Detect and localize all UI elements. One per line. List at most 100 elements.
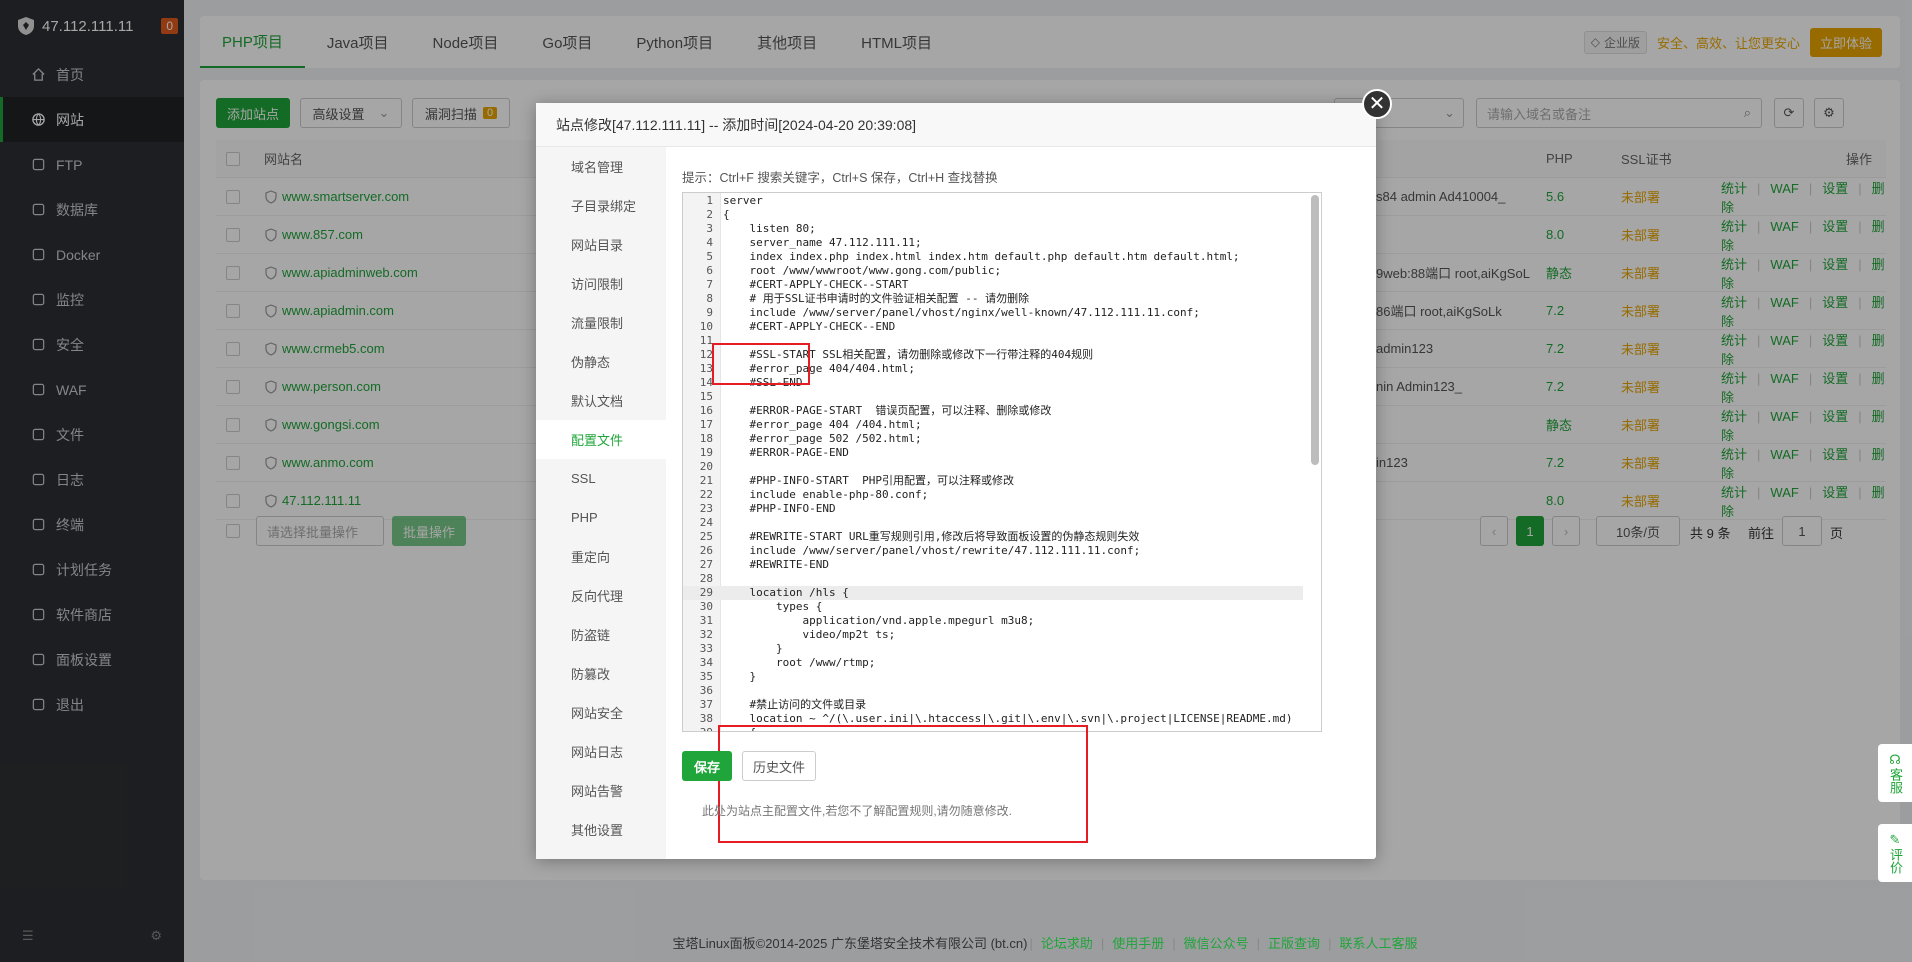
footer-link-3[interactable]: 正版查询 xyxy=(1268,936,1320,951)
dialog-nav-item-0[interactable]: 域名管理 xyxy=(536,147,666,186)
code-text: include /www/server/panel/vhost/rewrite/… xyxy=(723,544,1141,557)
editor-tip: 提示：Ctrl+F 搜索关键字，Ctrl+S 保存，Ctrl+H 查找替换 xyxy=(682,171,998,185)
dialog-nav-item-3[interactable]: 访问限制 xyxy=(536,264,666,303)
line-number: 20 xyxy=(699,460,713,473)
site-edit-dialog: 站点修改[47.112.111.11] -- 添加时间[2024-04-20 2… xyxy=(536,103,1376,859)
dialog-nav-item-4[interactable]: 流量限制 xyxy=(536,303,666,342)
code-text: #CERT-APPLY-CHECK--START xyxy=(723,278,909,291)
code-text: server xyxy=(723,194,763,207)
dialog-nav-item-15[interactable]: 网站日志 xyxy=(536,732,666,771)
footer-separator: | xyxy=(1328,935,1332,951)
code-line: 15 xyxy=(683,390,1303,404)
line-number: 8 xyxy=(706,292,713,305)
line-number: 35 xyxy=(699,670,713,683)
history-file-button[interactable]: 历史文件 xyxy=(742,751,816,781)
footer-link-1[interactable]: 使用手册 xyxy=(1112,936,1164,951)
code-text: location ~ ^/(\.user.ini|\.htaccess|\.gi… xyxy=(723,712,1293,725)
line-number: 15 xyxy=(699,390,713,403)
line-number: 39 xyxy=(683,726,717,731)
code-line: 26 include /www/server/panel/vhost/rewri… xyxy=(683,544,1303,558)
line-number: 32 xyxy=(699,628,713,641)
dialog-nav-item-14[interactable]: 网站安全 xyxy=(536,693,666,732)
code-line: 36 xyxy=(683,684,1303,698)
code-text: root /www/wwwroot/www.gong.com/public; xyxy=(723,264,1002,277)
code-text: location /hls { xyxy=(723,586,849,599)
code-text: index index.php index.html index.htm def… xyxy=(723,250,1240,263)
code-line: 34 root /www/rtmp; xyxy=(683,656,1303,670)
code-line: 8 # 用于SSL证书申请时的文件验证相关配置 -- 请勿删除 xyxy=(683,292,1303,306)
line-number: 27 xyxy=(699,558,713,571)
code-text: listen 80; xyxy=(723,222,816,235)
footer-separator: | xyxy=(1256,935,1261,951)
customer-service-button[interactable]: ☊ 客服 xyxy=(1878,744,1912,802)
dialog-nav-item-8[interactable]: SSL xyxy=(536,459,666,498)
line-number: 18 xyxy=(699,432,713,445)
code-text: } xyxy=(723,642,783,655)
code-line: 20 xyxy=(683,460,1303,474)
headset-icon: ☊ xyxy=(1889,752,1901,767)
code-text: { xyxy=(723,208,730,221)
dialog-nav-item-9[interactable]: PHP xyxy=(536,498,666,537)
line-number: 30 xyxy=(699,600,713,613)
dialog-nav-item-2[interactable]: 网站目录 xyxy=(536,225,666,264)
dialog-nav-item-5[interactable]: 伪静态 xyxy=(536,342,666,381)
line-number: 29 xyxy=(699,586,713,599)
code-line: 29 location /hls { xyxy=(683,586,1303,600)
code-text: types { xyxy=(723,600,823,613)
dialog-nav-item-12[interactable]: 防盗链 xyxy=(536,615,666,654)
dialog-nav-item-11[interactable]: 反向代理 xyxy=(536,576,666,615)
line-number: 6 xyxy=(706,264,713,277)
line-number: 38 xyxy=(699,712,713,725)
line-number: 22 xyxy=(699,488,713,501)
line-number: 5 xyxy=(706,250,713,263)
code-line: 25 #REWRITE-START URL重写规则引用,修改后将导致面板设置的伪… xyxy=(683,530,1303,544)
code-line: 31 application/vnd.apple.mpegurl m3u8; xyxy=(683,614,1303,628)
highlight-box-location xyxy=(718,725,1088,843)
code-line: 38 location ~ ^/(\.user.ini|\.htaccess|\… xyxy=(683,712,1303,726)
dialog-title: 站点修改[47.112.111.11] -- 添加时间[2024-04-20 2… xyxy=(536,103,1376,147)
code-line: 18 #error_page 502 /502.html; xyxy=(683,432,1303,446)
code-editor[interactable]: 1 server 2{3 listen 80; 4 server_name 47.11… xyxy=(682,192,1322,732)
code-text: #PHP-INFO-END xyxy=(723,502,836,515)
line-number: 4 xyxy=(706,236,713,249)
code-text: } xyxy=(723,670,757,683)
footer-link-2[interactable]: 微信公众号 xyxy=(1184,936,1249,951)
close-dialog-button[interactable]: ✕ xyxy=(1362,89,1392,119)
code-line: 10 #CERT-APPLY-CHECK--END xyxy=(683,320,1303,334)
review-button[interactable]: ✎ 评价 xyxy=(1878,824,1912,882)
code-text: #REWRITE-START URL重写规则引用,修改后将导致面板设置的伪静态规… xyxy=(723,530,1140,543)
code-line: 16 #ERROR-PAGE-START 错误页配置，可以注释、删除或修改 xyxy=(683,404,1303,418)
code-line: 7 #CERT-APPLY-CHECK--START xyxy=(683,278,1303,292)
footer-link-0[interactable]: 论坛求助 xyxy=(1041,936,1093,951)
footer: 宝塔Linux面板©2014-2025 广东堡塔安全技术有限公司 (bt.cn)… xyxy=(184,922,1912,962)
code-line: 30 types { xyxy=(683,600,1303,614)
code-text: #PHP-INFO-START PHP引用配置，可以注释或修改 xyxy=(723,474,1014,487)
code-line: 9 include /www/server/panel/vhost/nginx/… xyxy=(683,306,1303,320)
code-line: 2{ xyxy=(683,208,1303,222)
dialog-nav-item-6[interactable]: 默认文档 xyxy=(536,381,666,420)
dialog-nav-item-17[interactable]: 其他设置 xyxy=(536,810,666,849)
code-line: 32 video/mp2t ts; xyxy=(683,628,1303,642)
line-number: 10 xyxy=(699,320,713,333)
code-text: #ERROR-PAGE-END xyxy=(723,446,849,459)
code-text: server_name 47.112.111.11; xyxy=(723,236,922,249)
footer-link-4[interactable]: 联系人工客服 xyxy=(1339,936,1417,951)
close-icon: ✕ xyxy=(1368,93,1386,115)
dialog-nav-item-16[interactable]: 网站告警 xyxy=(536,771,666,810)
line-number: 2 xyxy=(706,208,713,221)
dialog-nav-item-13[interactable]: 防篡改 xyxy=(536,654,666,693)
dialog-nav-item-1[interactable]: 子目录绑定 xyxy=(536,186,666,225)
dialog-nav-item-7[interactable]: 配置文件 xyxy=(536,420,666,459)
code-text: include /www/server/panel/vhost/nginx/we… xyxy=(723,306,1200,319)
line-number: 7 xyxy=(706,278,713,291)
dialog-nav-item-10[interactable]: 重定向 xyxy=(536,537,666,576)
editor-scrollbar[interactable] xyxy=(1311,195,1319,465)
save-button[interactable]: 保存 xyxy=(682,751,732,781)
line-number: 23 xyxy=(699,502,713,515)
line-number: 16 xyxy=(699,404,713,417)
line-number: 17 xyxy=(699,418,713,431)
